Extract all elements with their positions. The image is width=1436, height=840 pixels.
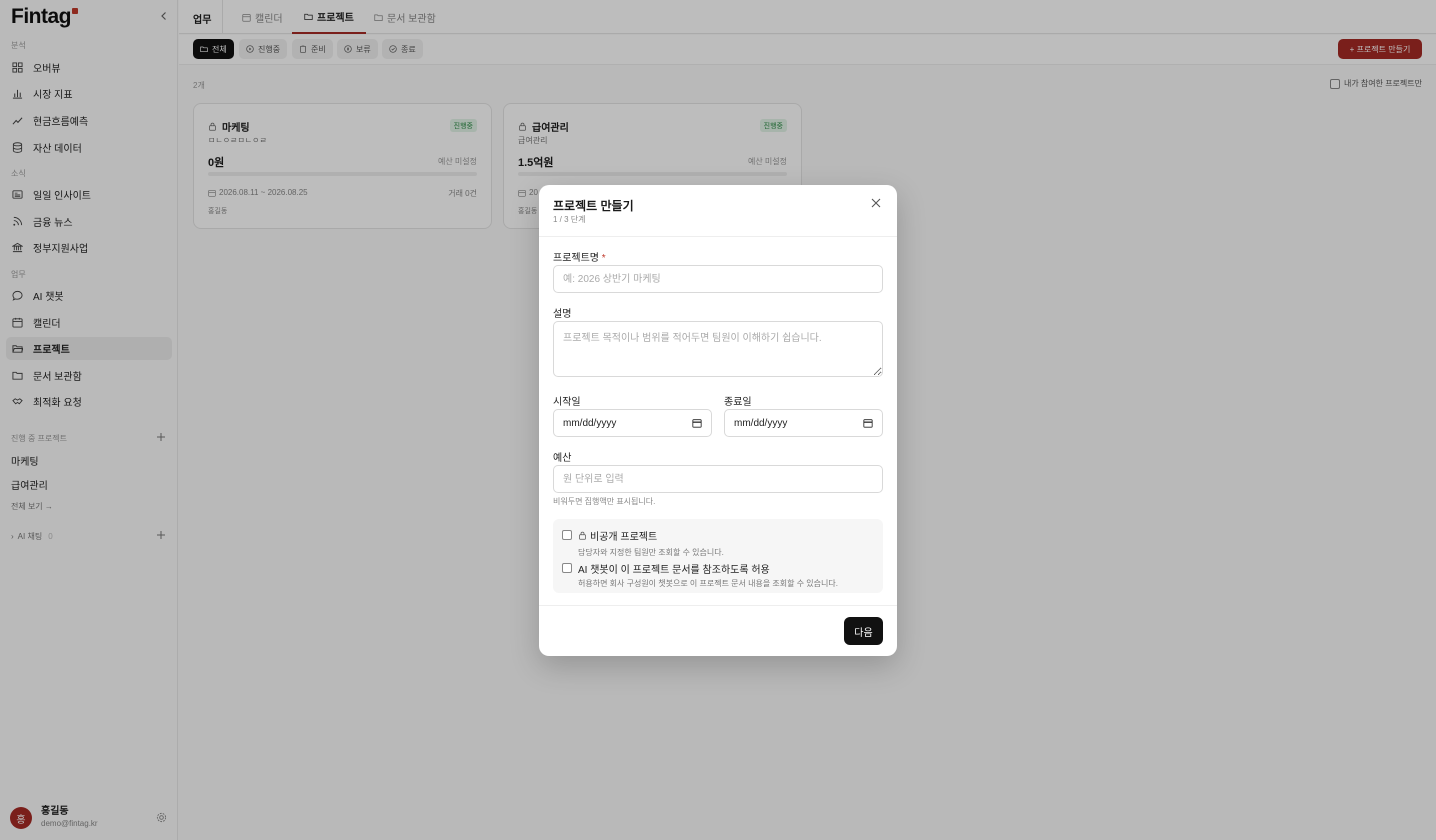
modal-title: 프로젝트 만들기	[553, 199, 634, 213]
lock-icon	[578, 531, 587, 540]
project-name-label: 프로젝트명 *	[553, 249, 606, 264]
modal-header: 프로젝트 만들기 1 / 3 단계	[539, 185, 897, 237]
budget-label: 예산	[553, 453, 572, 464]
required-mark: *	[601, 253, 606, 264]
private-checkbox[interactable]	[562, 530, 572, 540]
ai-access-checkbox[interactable]	[562, 563, 572, 573]
start-date-input[interactable]: mm/dd/yyyy	[553, 409, 712, 437]
ai-access-desc: 허용하면 회사 구성원이 챗봇으로 이 프로젝트 문서 내용을 조회할 수 있습…	[578, 579, 838, 588]
modal-step: 1 / 3 단계	[553, 215, 586, 224]
date-placeholder: mm/dd/yyyy	[563, 417, 617, 429]
project-name-input[interactable]	[553, 265, 883, 293]
private-title: 비공개 프로젝트	[578, 528, 724, 543]
close-icon[interactable]	[871, 198, 881, 208]
private-title-text: 비공개 프로젝트	[590, 532, 658, 543]
create-project-modal: 프로젝트 만들기 1 / 3 단계 프로젝트명 * 설명 시작일 mm/dd/y…	[539, 185, 897, 656]
calendar-icon[interactable]	[692, 418, 702, 428]
date-placeholder: mm/dd/yyyy	[734, 417, 788, 429]
options-box: 비공개 프로젝트 담당자와 지정한 팀원만 조회할 수 있습니다. AI 챗봇이…	[553, 519, 883, 593]
private-desc: 담당자와 지정한 팀원만 조회할 수 있습니다.	[578, 548, 724, 557]
private-option[interactable]: 비공개 프로젝트 담당자와 지정한 팀원만 조회할 수 있습니다.	[562, 528, 724, 558]
budget-input[interactable]	[553, 465, 883, 493]
ai-access-title: AI 챗봇이 이 프로젝트 문서를 참조하도록 허용	[578, 565, 770, 576]
description-textarea[interactable]	[553, 321, 883, 377]
project-name-label-text: 프로젝트명	[553, 253, 599, 264]
next-button[interactable]: 다음	[844, 617, 883, 645]
end-date-label: 종료일	[724, 397, 752, 408]
end-date-input[interactable]: mm/dd/yyyy	[724, 409, 883, 437]
budget-hint: 비워두면 집행액만 표시됩니다.	[553, 497, 656, 506]
start-date-label: 시작일	[553, 397, 581, 408]
modal-footer-divider	[539, 605, 897, 606]
description-label: 설명	[553, 309, 572, 320]
ai-access-option[interactable]: AI 챗봇이 이 프로젝트 문서를 참조하도록 허용 허용하면 회사 구성원이 …	[562, 561, 838, 589]
calendar-icon[interactable]	[863, 418, 873, 428]
